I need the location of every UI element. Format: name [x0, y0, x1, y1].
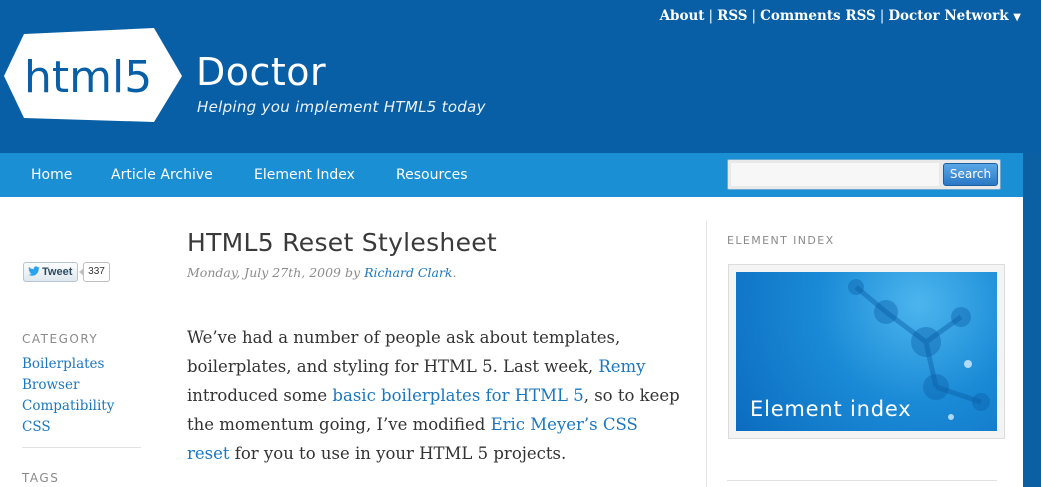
- article-body: We’ve had a number of people ask about t…: [187, 323, 682, 468]
- doctor-network-link[interactable]: Doctor Network: [888, 8, 1008, 24]
- search-button[interactable]: Search: [943, 163, 998, 186]
- twitter-bird-icon: [28, 266, 40, 276]
- html5-logo-badge[interactable]: html5: [2, 26, 184, 126]
- tweet-count: 337: [79, 262, 110, 282]
- content-area: Tweet 337 CATEGORY Boilerplates Browser …: [0, 197, 1023, 487]
- main-nav: Home Article Archive Element Index Resou…: [0, 153, 1023, 197]
- body-text: introduced some: [187, 386, 333, 405]
- divider: [727, 480, 997, 481]
- nav-item-home[interactable]: Home: [31, 167, 72, 183]
- separator: |: [708, 8, 714, 24]
- article-meta: Monday, July 27th, 2009 by Richard Clark…: [187, 265, 456, 280]
- category-link-browser[interactable]: Browser: [22, 375, 114, 396]
- site-tagline: Helping you implement HTML5 today: [197, 98, 486, 116]
- category-link-compatibility[interactable]: Compatibility: [22, 396, 114, 417]
- author-link[interactable]: Richard Clark: [364, 265, 452, 280]
- link-basic-boilerplates[interactable]: basic boilerplates for HTML 5: [332, 386, 583, 405]
- page-edge: [1023, 153, 1041, 487]
- separator: |: [751, 8, 757, 24]
- category-heading: CATEGORY: [22, 332, 99, 346]
- link-remy[interactable]: Remy: [598, 357, 645, 376]
- rss-link[interactable]: RSS: [717, 8, 747, 24]
- category-link-css[interactable]: CSS: [22, 417, 114, 438]
- category-list: Boilerplates Browser Compatibility CSS: [22, 354, 114, 438]
- byline-suffix: .: [452, 265, 457, 280]
- nav-item-element-index[interactable]: Element Index: [254, 167, 355, 183]
- tags-heading: TAGS: [22, 471, 60, 485]
- about-link[interactable]: About: [660, 8, 705, 24]
- search-input[interactable]: [731, 163, 939, 186]
- body-text: We’ve had a number of people ask about t…: [187, 328, 621, 376]
- logo-badge-text: html5: [24, 52, 152, 103]
- comments-rss-link[interactable]: Comments RSS: [760, 8, 876, 24]
- search-box: Search: [727, 159, 1001, 190]
- element-index-banner[interactable]: Element index: [736, 272, 997, 431]
- tweet-button[interactable]: Tweet: [23, 262, 78, 282]
- byline-word: by: [345, 265, 361, 280]
- dropdown-arrow-icon[interactable]: ▼: [1013, 12, 1021, 23]
- top-links: About | RSS | Comments RSS | Doctor Network ▼: [660, 8, 1021, 24]
- article-date: Monday, July 27th, 2009: [187, 265, 342, 280]
- separator: |: [879, 8, 885, 24]
- divider: [22, 447, 141, 448]
- element-index-label: Element index: [750, 397, 912, 421]
- category-link-boilerplates[interactable]: Boilerplates: [22, 354, 114, 375]
- nav-item-article-archive[interactable]: Article Archive: [111, 167, 213, 183]
- sidebar-divider: [706, 221, 707, 487]
- element-index-frame: Element index: [728, 264, 1005, 439]
- site-name[interactable]: Doctor: [196, 50, 326, 94]
- site-header: About | RSS | Comments RSS | Doctor Network ▼ …: [0, 0, 1041, 153]
- body-text: for you to use in your HTML 5 projects.: [229, 444, 567, 463]
- article-title: HTML5 Reset Stylesheet: [187, 228, 498, 257]
- nav-item-resources[interactable]: Resources: [396, 167, 468, 183]
- tweet-label: Tweet: [42, 266, 73, 278]
- element-index-heading: ELEMENT INDEX: [727, 234, 835, 247]
